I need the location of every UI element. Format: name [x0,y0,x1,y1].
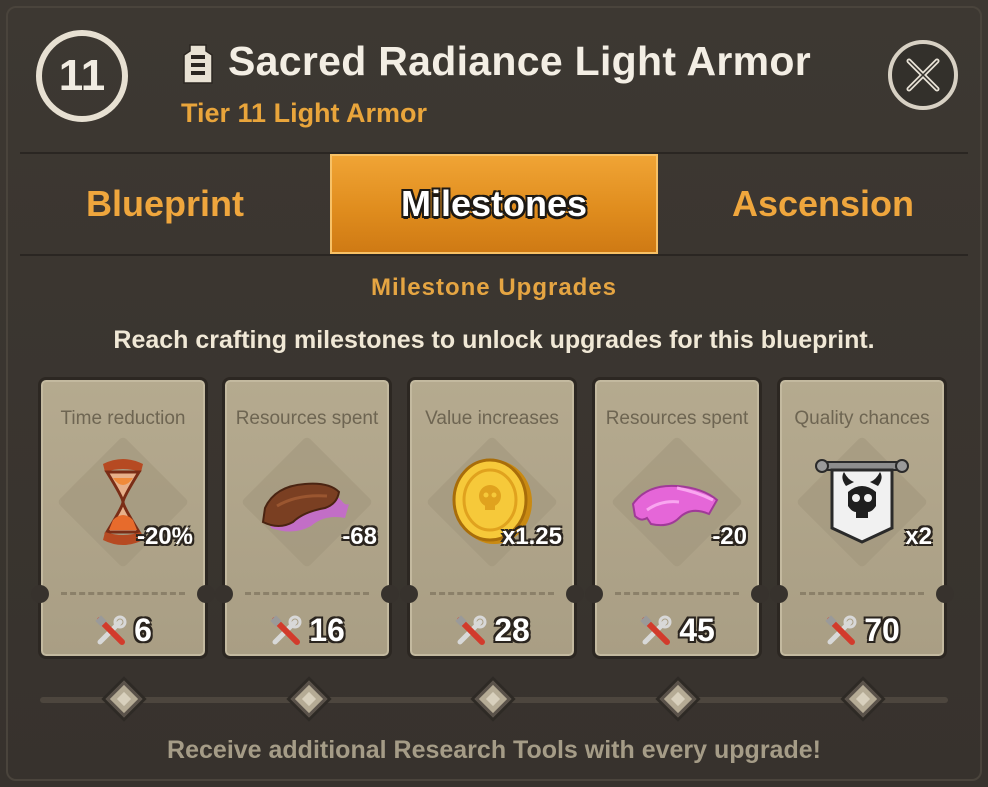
milestone-label: Value increases [425,408,559,429]
tab-milestones[interactable]: Milestones [330,154,658,254]
skull-banner-icon [815,459,909,544]
item-title: Sacred Radiance Light Armor [228,38,812,84]
tier-level-number: 11 [58,51,106,100]
research-tools-icon [640,614,672,645]
section-description: Reach crafting milestones to unlock upgr… [113,326,875,354]
close-icon [906,58,940,92]
milestone-requirement: 6 [41,612,205,649]
milestone-required-count: 16 [309,612,345,648]
light-armor-icon [183,44,213,84]
milestone-required-count: 28 [494,612,530,648]
milestone-label: Resources spent [235,408,379,429]
section-title: Milestone Upgrades [370,274,618,301]
close-button[interactable] [888,40,958,110]
milestone-value: x2 [905,523,932,550]
milestone-requirement: 45 [595,612,759,649]
milestone-label: Quality chances [794,408,930,429]
milestone-node [844,680,882,718]
milestone-value: x1.25 [501,523,562,550]
milestone-value: -68 [342,523,377,550]
research-tools-icon [270,614,302,645]
card-divider [615,592,739,595]
footer-note: Receive additional Research Tools with e… [167,736,821,764]
card-divider [61,592,185,595]
tab-ascension[interactable]: Ascension [658,154,988,254]
milestone-card-resources-leather[interactable]: Resources spent -68 16 [215,377,399,659]
research-tools-icon [825,614,857,645]
research-tools-icon [455,614,487,645]
milestone-required-count: 6 [134,612,152,648]
milestone-node [474,680,512,718]
milestone-card-time-reduction[interactable]: Time reduction -20% 6 [31,377,215,659]
card-divider [430,592,554,595]
tabs-divider [20,254,968,256]
milestone-node [290,680,328,718]
tier-level-badge: 11 [36,30,128,122]
milestone-node [105,680,143,718]
milestone-card-quality-chances[interactable]: Quality chances x2 70 [770,377,954,659]
milestone-value: -20% [136,523,193,550]
item-subtitle: Tier 11 Light Armor [181,98,428,128]
card-divider [245,592,369,595]
milestone-requirement: 16 [225,612,389,649]
milestone-value: -20 [712,523,747,550]
milestone-required-count: 70 [864,612,900,648]
research-tools-icon [95,614,127,645]
milestone-required-count: 45 [679,612,715,648]
tab-bar: Blueprint Milestones Ascension [0,154,988,254]
milestone-node [659,680,697,718]
milestone-label: Resources spent [605,408,749,429]
milestone-label: Time reduction [60,408,186,429]
milestone-card-resources-silk[interactable]: Resources spent -20 45 [585,377,769,659]
tab-blueprint[interactable]: Blueprint [0,154,330,254]
card-divider [800,592,924,595]
milestone-requirement: 70 [780,612,944,649]
milestone-requirement: 28 [410,612,574,649]
milestone-card-value-increases[interactable]: Value increases x1.25 28 [400,377,584,659]
blueprint-panel: 11 Sacred Radiance Light Armor Tier 11 L… [0,0,988,787]
